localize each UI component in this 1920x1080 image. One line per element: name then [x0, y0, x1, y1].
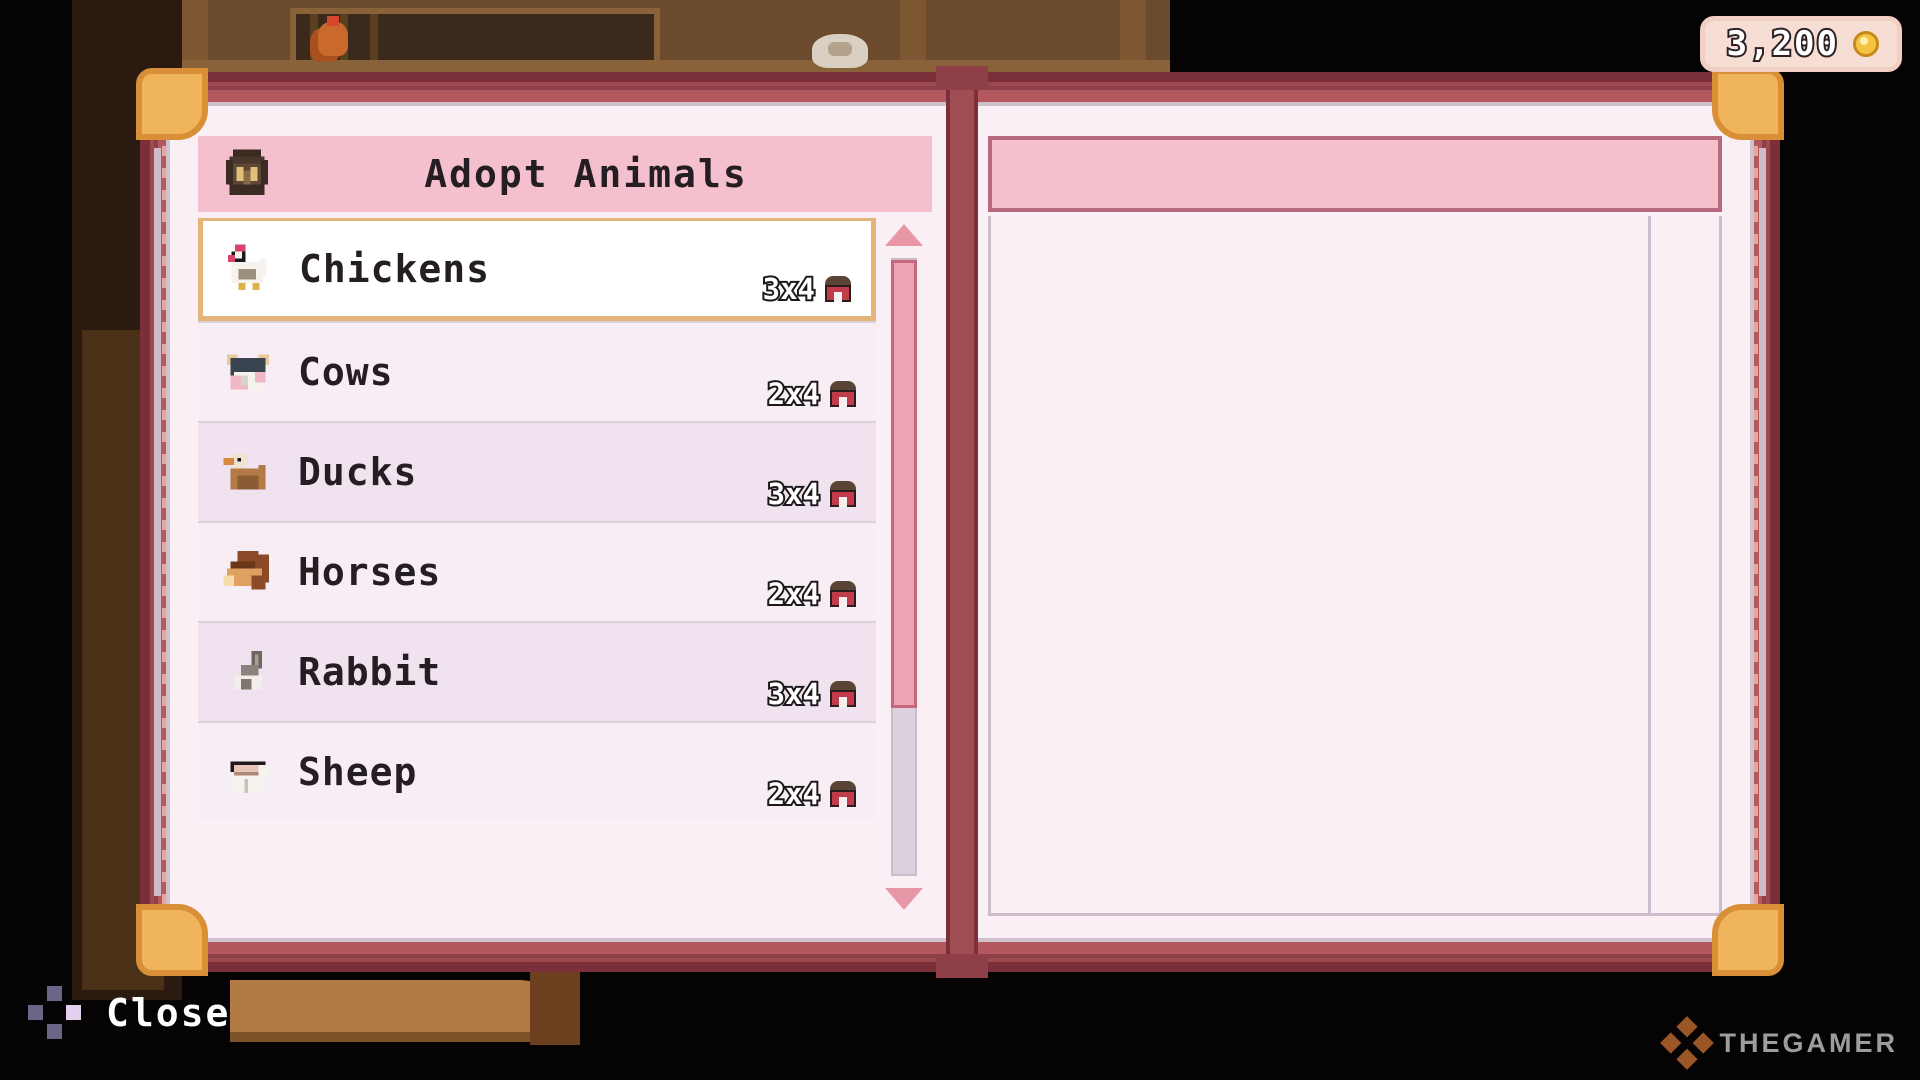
detail-panel — [988, 136, 1722, 916]
horse-icon — [220, 544, 276, 600]
book-spine — [946, 72, 978, 972]
book-spine-cap — [936, 954, 988, 978]
coin-icon — [1853, 31, 1879, 57]
sheep-icon — [220, 744, 276, 800]
scrollbar-thumb[interactable] — [891, 260, 917, 709]
book-corner — [1712, 68, 1784, 140]
list-item[interactable]: Ducks 3x4 — [198, 421, 876, 521]
watermark-text: THEGAMER — [1719, 1027, 1898, 1058]
list-item[interactable]: Chickens 3x4 — [198, 218, 876, 321]
shopkeeper-avatar-icon — [219, 146, 275, 202]
detail-panel-body — [988, 216, 1722, 916]
currency-amount: 3,200 — [1725, 22, 1839, 66]
requirement-badge: 3x4 — [766, 475, 858, 513]
animal-list: Chickens 3x4 Cows 2x4 Ducks 3x4 Horses 2… — [198, 218, 876, 916]
book-corner — [1712, 904, 1784, 976]
barn-icon — [828, 381, 858, 407]
page-edge — [1759, 148, 1766, 896]
animal-list-region: Chickens 3x4 Cows 2x4 Ducks 3x4 Horses 2… — [198, 218, 932, 916]
book-stitching — [1754, 102, 1758, 942]
barn-icon — [828, 581, 858, 607]
list-item-label: Rabbit — [298, 650, 442, 694]
adopt-panel: Adopt Animals Chickens 3x4 Cows 2x4 Duck… — [198, 136, 932, 916]
book-corner — [136, 904, 208, 976]
book-left-page: Adopt Animals Chickens 3x4 Cows 2x4 Duck… — [154, 102, 958, 942]
background-slat — [310, 14, 318, 60]
barn-icon — [828, 481, 858, 507]
rabbit-icon — [220, 644, 276, 700]
list-item-label: Horses — [298, 550, 442, 594]
cow-icon — [220, 344, 276, 400]
requirement-badge: 2x4 — [766, 575, 858, 613]
detail-panel-header — [988, 136, 1722, 212]
list-item[interactable]: Sheep 2x4 — [198, 721, 876, 821]
list-item[interactable]: Horses 2x4 — [198, 521, 876, 621]
scroll-down-arrow-icon[interactable] — [885, 888, 923, 910]
adopt-animals-book: Adopt Animals Chickens 3x4 Cows 2x4 Duck… — [136, 66, 1784, 978]
list-item[interactable]: Rabbit 3x4 — [198, 621, 876, 721]
background-chicken-sprite — [318, 16, 348, 56]
close-button-label: Close — [106, 991, 231, 1035]
thegamer-logo-icon — [1659, 1016, 1714, 1070]
book-right-page — [962, 102, 1766, 942]
requirement-badge: 2x4 — [766, 775, 858, 813]
dpad-icon — [26, 984, 84, 1042]
background-floor-plank — [230, 980, 560, 1042]
requirement-text: 3x4 — [766, 475, 822, 513]
list-item-label: Ducks — [298, 450, 418, 494]
list-scrollbar[interactable] — [876, 218, 932, 916]
book-corner — [136, 68, 208, 140]
page-edge — [154, 148, 161, 896]
background-slat — [370, 14, 378, 60]
panel-header: Adopt Animals — [198, 136, 932, 212]
requirement-text: 2x4 — [766, 575, 822, 613]
chicken-icon — [221, 241, 277, 297]
requirement-text: 2x4 — [766, 775, 822, 813]
barn-icon — [823, 276, 853, 302]
book-spine-cap — [936, 66, 988, 90]
requirement-badge: 2x4 — [766, 375, 858, 413]
requirement-text: 3x4 — [766, 675, 822, 713]
duck-icon — [220, 444, 276, 500]
close-button[interactable]: Close — [26, 984, 230, 1042]
requirement-text: 3x4 — [761, 270, 817, 308]
barn-icon — [828, 681, 858, 707]
requirement-text: 2x4 — [766, 375, 822, 413]
background-floor-plank — [530, 965, 580, 1045]
watermark: THEGAMER — [1659, 1016, 1899, 1070]
list-item-label: Cows — [298, 350, 394, 394]
list-item-label: Sheep — [298, 750, 418, 794]
scrollbar-track[interactable] — [891, 258, 917, 876]
currency-display: 3,200 — [1699, 16, 1902, 72]
page-title: Adopt Animals — [424, 152, 748, 196]
background-sheep-sprite — [812, 34, 868, 68]
detail-panel-divider — [1648, 216, 1651, 913]
barn-icon — [828, 781, 858, 807]
requirement-badge: 3x4 — [766, 675, 858, 713]
list-item-label: Chickens — [299, 246, 491, 291]
requirement-badge: 3x4 — [761, 270, 853, 308]
scroll-up-arrow-icon[interactable] — [885, 224, 923, 246]
list-item[interactable]: Cows 2x4 — [198, 321, 876, 421]
